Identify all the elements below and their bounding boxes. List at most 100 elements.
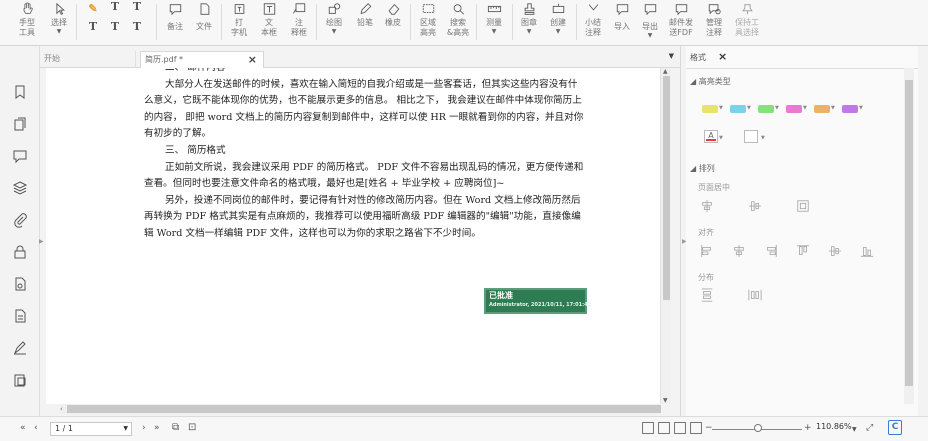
scrollbar-thumb[interactable]	[67, 405, 661, 413]
attachment-icon[interactable]	[12, 212, 28, 228]
document-viewport[interactable]: 二、 邮件内容 大部分人在发送邮件的时候，喜欢在输入简短的自我介绍或是一些客套话…	[46, 68, 660, 404]
file-attach-button[interactable]: 文件	[193, 0, 215, 44]
chevron-down-icon[interactable]: ▼	[719, 105, 723, 111]
create-button[interactable]: 创建 ▼	[546, 0, 570, 44]
approved-stamp[interactable]: 已批准 Administrator, 2021/10/11, 17:01:42	[484, 288, 591, 314]
continuous-view-icon[interactable]	[658, 422, 670, 434]
next-page-icon[interactable]: ›	[142, 421, 146, 435]
highlight-swatch[interactable]	[730, 105, 746, 113]
layers-icon[interactable]	[12, 180, 28, 196]
zoom-in-icon[interactable]: +	[804, 421, 812, 435]
panel-scrollbar[interactable]	[904, 68, 914, 404]
scrollbar-thumb[interactable]	[663, 76, 670, 300]
search-highlight-button[interactable]: 搜索 &高亮	[444, 0, 472, 44]
previous-page-icon[interactable]: ‹	[34, 421, 38, 435]
zoom-level[interactable]: 110.86%	[816, 422, 852, 431]
chevron-down-icon[interactable]: ▼	[831, 105, 835, 111]
highlight-swatch[interactable]	[786, 105, 802, 113]
eraser-button[interactable]: 橡皮	[382, 0, 404, 44]
draw-button[interactable]: 绘图 ▼	[322, 0, 346, 44]
textbox-button[interactable]: 文 本框	[258, 0, 280, 44]
center-horizontal-icon[interactable]	[700, 199, 714, 213]
align-center-icon[interactable]	[732, 244, 746, 258]
chevron-down-icon[interactable]: ▼	[123, 423, 128, 435]
close-icon[interactable]: ×	[248, 52, 257, 68]
text-replace-icon[interactable]: T	[130, 20, 144, 34]
security-lock-icon[interactable]	[12, 244, 28, 260]
content-icon[interactable]	[12, 372, 28, 388]
help-icon[interactable]: C	[888, 420, 902, 435]
export-button[interactable]: 导出 ▼	[638, 0, 662, 44]
form-fields-icon[interactable]	[12, 276, 28, 292]
horizontal-scrollbar[interactable]: ‹	[60, 404, 661, 414]
format-tab[interactable]: 格式	[690, 52, 706, 68]
keep-tool-button[interactable]: 保持工 具选择	[732, 0, 762, 44]
note-button[interactable]: 备注	[164, 0, 186, 44]
fill-color-button[interactable]	[744, 130, 758, 143]
chevron-down-icon[interactable]: ▼	[852, 423, 857, 437]
chevron-down-icon[interactable]: ▼	[775, 105, 779, 111]
align-top-icon[interactable]	[796, 244, 810, 258]
area-highlight-button[interactable]: 区域 高亮	[416, 0, 440, 44]
typewriter-button[interactable]: 打 字机	[228, 0, 250, 44]
text-insert-icon[interactable]: T	[130, 0, 144, 14]
import-button[interactable]: 导入	[610, 0, 634, 44]
pencil-button[interactable]: 铅笔	[354, 0, 376, 44]
manage-comments-button[interactable]: 管理 注释	[700, 0, 728, 44]
distribute-vertical-icon[interactable]	[700, 288, 714, 302]
text-underline-icon[interactable]: T	[108, 0, 122, 14]
select-button[interactable]: 选择 ▼	[47, 0, 71, 44]
highlight-swatch[interactable]	[814, 105, 830, 113]
center-vertical-icon[interactable]	[748, 199, 762, 213]
zoom-out-icon[interactable]: −	[705, 421, 713, 435]
tab-start[interactable]: 开始	[40, 51, 136, 68]
fullscreen-icon[interactable]: ⤢	[866, 421, 873, 435]
email-fdf-button[interactable]: 邮件发 送FDF	[666, 0, 696, 44]
text-squiggly-icon[interactable]: T	[108, 20, 122, 34]
center-both-icon[interactable]	[796, 199, 810, 213]
signature-icon[interactable]	[12, 340, 28, 356]
page-number-input[interactable]: 1 / 1 ▼	[50, 422, 132, 436]
first-page-icon[interactable]: «	[20, 421, 26, 435]
text-strikeout-icon[interactable]: T	[86, 20, 100, 34]
sidebar-collapse-handle[interactable]: ▶	[39, 238, 44, 245]
close-icon[interactable]: ×	[718, 50, 727, 63]
rotate-page-icon[interactable]: ⊡	[188, 421, 196, 435]
zoom-slider-knob[interactable]	[754, 424, 762, 432]
copy-page-icon[interactable]: ⧉	[172, 421, 179, 435]
facing-view-icon[interactable]	[674, 422, 686, 434]
align-right-icon[interactable]	[764, 244, 778, 258]
text-color-button[interactable]: A	[704, 130, 718, 143]
highlight-swatch[interactable]	[842, 105, 858, 113]
align-middle-icon[interactable]	[828, 244, 842, 258]
stamp-button[interactable]: 图章 ▼	[517, 0, 541, 44]
align-bottom-icon[interactable]	[860, 244, 874, 258]
chevron-down-icon[interactable]: ▼	[859, 105, 863, 111]
vertical-scrollbar[interactable]: ▲ ▼	[660, 68, 671, 404]
last-page-icon[interactable]: »	[154, 421, 160, 435]
scrollbar-thumb[interactable]	[905, 80, 913, 386]
document-info-icon[interactable]	[12, 308, 28, 324]
tab-document[interactable]: 简历.pdf * ×	[140, 51, 264, 68]
chevron-down-icon[interactable]: ▼	[719, 135, 723, 141]
chevron-down-icon[interactable]: ▼	[747, 105, 751, 111]
highlight-swatch[interactable]	[758, 105, 774, 113]
single-page-view-icon[interactable]	[642, 422, 654, 434]
pages-icon[interactable]	[12, 116, 28, 132]
distribute-horizontal-icon[interactable]	[748, 288, 762, 302]
highlight-pen-icon[interactable]: ✎	[86, 2, 100, 16]
align-left-icon[interactable]	[700, 244, 714, 258]
scroll-up-icon[interactable]: ▲	[663, 68, 668, 75]
chevron-down-icon[interactable]: ▼	[761, 135, 765, 141]
summary-button[interactable]: 小结 注释	[580, 0, 606, 44]
measure-button[interactable]: 测量 ▼	[482, 0, 506, 44]
highlight-swatch[interactable]	[702, 105, 718, 113]
bookmark-icon[interactable]	[12, 84, 28, 100]
callout-button[interactable]: 注 释框	[288, 0, 310, 44]
scroll-down-icon[interactable]: ▼	[663, 397, 668, 404]
continuous-facing-view-icon[interactable]	[690, 422, 702, 434]
chevron-down-icon[interactable]: ▼	[803, 105, 807, 111]
tab-list-dropdown-icon[interactable]: ▼	[669, 52, 674, 60]
comments-icon[interactable]	[12, 148, 28, 164]
hand-tool-button[interactable]: 手型 工具	[14, 0, 40, 44]
